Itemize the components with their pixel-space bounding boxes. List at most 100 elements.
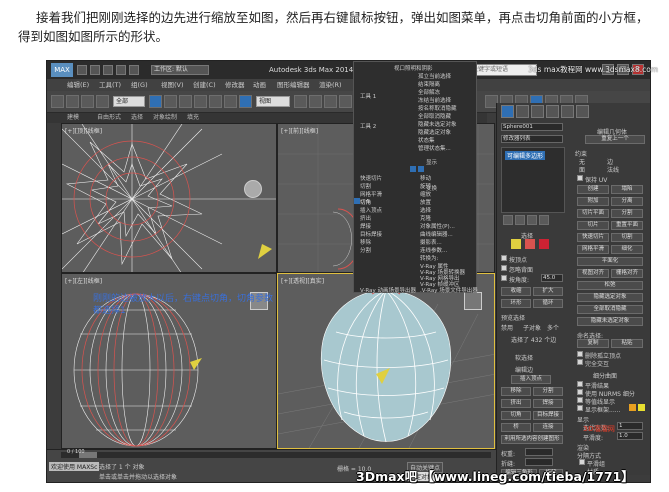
menu-item[interactable]: 视口照明和阴影: [394, 64, 433, 72]
detach-button[interactable]: 分离: [611, 197, 643, 206]
menu-square-icon[interactable]: [418, 166, 424, 172]
ribbon-tab-selection[interactable]: 选择: [131, 113, 143, 123]
insert-vertex-button[interactable]: 插入顶点: [511, 375, 551, 384]
preview-disable-radio[interactable]: 禁用: [501, 323, 513, 332]
constraint-normal-radio[interactable]: 法线: [607, 165, 619, 174]
chamfer-button[interactable]: 切角: [501, 411, 531, 420]
menu-item-chamfer[interactable]: 切角: [360, 198, 371, 206]
modify-tab-icon[interactable]: [516, 105, 529, 118]
menu-item[interactable]: 旋转: [420, 182, 431, 190]
soft-selection-rollout[interactable]: 软选择: [515, 353, 533, 362]
grow-button[interactable]: 扩大: [533, 287, 563, 296]
scale-icon[interactable]: [239, 95, 252, 108]
preview-subobject-radio[interactable]: 子对象: [523, 323, 541, 332]
menu-item[interactable]: 孤立当前选择: [418, 72, 451, 80]
ribbon-tab-modeling[interactable]: 建模: [67, 113, 79, 123]
relax-button[interactable]: 松弛: [577, 281, 643, 290]
unlink-icon[interactable]: [96, 95, 109, 108]
angle-field[interactable]: 45.0: [541, 274, 563, 282]
menu-item[interactable]: 移动: [420, 174, 431, 182]
modifier-list-select[interactable]: 修改器列表: [501, 135, 563, 143]
cage-color-swatch[interactable]: [629, 404, 636, 411]
chamfer-settings-icon[interactable]: [354, 198, 360, 204]
menu-item[interactable]: 切割: [360, 182, 371, 190]
menu-item[interactable]: 隐藏选定对象: [418, 128, 451, 136]
show-cage-checkbox[interactable]: [577, 405, 583, 411]
menu-create[interactable]: 创建(C): [193, 79, 216, 91]
menu-item[interactable]: 曲线编辑器...: [420, 230, 453, 238]
remove-button[interactable]: 移除: [501, 387, 531, 396]
hierarchy-tab-icon[interactable]: [531, 105, 544, 118]
connect-button[interactable]: 连接: [533, 423, 563, 432]
select-object-icon[interactable]: [149, 95, 162, 108]
menu-edit[interactable]: 编辑(E): [67, 79, 89, 91]
menu-item[interactable]: .V-Ray 场景文件导出器: [420, 286, 478, 294]
planarize-button[interactable]: 平面化: [577, 257, 643, 266]
ignore-backfacing-checkbox[interactable]: [501, 265, 507, 271]
viewport-top[interactable]: [+][顶][线框]: [61, 123, 277, 273]
workspace-select[interactable]: 工作区: 默认: [151, 65, 209, 75]
move-icon[interactable]: [209, 95, 222, 108]
menu-animation[interactable]: 动画: [253, 79, 266, 91]
repeat-last-button[interactable]: 重复上一个: [585, 135, 645, 144]
menu-item[interactable]: 结束隔离: [418, 80, 440, 88]
by-angle-checkbox[interactable]: [501, 275, 507, 281]
viewcube-icon[interactable]: [244, 180, 262, 198]
polygon-mode-icon[interactable]: [539, 239, 549, 249]
viewport-label-front[interactable]: [+][前][线框]: [281, 126, 318, 135]
maxscript-listener[interactable]: 欢迎使用 MAXSc: [49, 462, 100, 471]
menu-item[interactable]: 状态集: [418, 136, 435, 144]
menu-graph-editors[interactable]: 图形编辑器: [277, 79, 310, 91]
object-name-field[interactable]: Sphere001: [501, 123, 563, 131]
extrude-button[interactable]: 挤出: [501, 399, 531, 408]
quickslice-button[interactable]: 快速切片: [577, 233, 609, 242]
make-unique-icon[interactable]: [527, 215, 537, 225]
menu-item[interactable]: 快速切片: [360, 174, 382, 182]
loop-button[interactable]: 循环: [533, 299, 563, 308]
new-file-icon[interactable]: [77, 65, 87, 75]
menu-item[interactable]: 转换为:: [420, 254, 438, 262]
menu-item[interactable]: 全部解冻: [418, 88, 440, 96]
cut-button[interactable]: 切割: [611, 233, 643, 242]
menu-item[interactable]: 隐藏未选定对象: [418, 120, 457, 128]
window-crossing-icon[interactable]: [194, 95, 207, 108]
menu-square-icon[interactable]: [410, 166, 416, 172]
menu-item[interactable]: 管理状态集...: [418, 144, 451, 152]
ring-button[interactable]: 环形: [501, 299, 531, 308]
attach-button[interactable]: 附加: [577, 197, 609, 206]
rectangular-selection-icon[interactable]: [179, 95, 192, 108]
remove-modifier-icon[interactable]: [539, 215, 549, 225]
grid-align-button[interactable]: 栅格对齐: [611, 269, 643, 278]
collapse-button[interactable]: 塌陷: [611, 185, 643, 194]
menu-item[interactable]: 分割: [360, 246, 371, 254]
create-shape-button[interactable]: 利用所选内容创建图形: [501, 435, 563, 444]
menu-item[interactable]: 网格平滑: [360, 190, 382, 198]
subdivision-surface-rollout[interactable]: 细分曲面: [593, 371, 617, 380]
vertex-mode-icon[interactable]: [511, 239, 521, 249]
preview-multi-radio[interactable]: 多个: [547, 323, 559, 332]
menu-item[interactable]: 摄影表...: [420, 238, 442, 246]
time-slider[interactable]: [61, 452, 491, 458]
save-file-icon[interactable]: [103, 65, 113, 75]
menu-views[interactable]: 视图(V): [161, 79, 184, 91]
menu-item[interactable]: 选择: [420, 206, 431, 214]
slice-button[interactable]: 切片: [577, 221, 609, 230]
smoothing-groups-checkbox[interactable]: [579, 459, 585, 465]
menu-item[interactable]: 插入顶点: [360, 206, 382, 214]
hide-unselected-button[interactable]: 隐藏未选定对象: [577, 317, 643, 326]
delete-isolated-checkbox[interactable]: [577, 351, 583, 357]
menu-item[interactable]: 连线参数...: [420, 246, 447, 254]
by-vertex-checkbox[interactable]: [501, 255, 507, 261]
ribbon-tab-object-paint[interactable]: 对象绘制: [153, 113, 177, 123]
redo-icon[interactable]: [66, 95, 79, 108]
slice-plane-button[interactable]: 切片平面: [577, 209, 609, 218]
full-interactivity-checkbox[interactable]: [577, 359, 583, 365]
menu-item[interactable]: 移除: [360, 238, 371, 246]
selection-filter-select[interactable]: 全部: [113, 96, 145, 107]
meshsmooth-button[interactable]: 网格平滑: [577, 245, 609, 254]
split-button[interactable]: 分割: [533, 387, 563, 396]
menu-item[interactable]: 挤出: [360, 214, 371, 222]
constraint-face-radio[interactable]: 面: [579, 165, 585, 174]
use-nurms-checkbox[interactable]: [577, 389, 583, 395]
pivot-center-icon[interactable]: [294, 95, 307, 108]
